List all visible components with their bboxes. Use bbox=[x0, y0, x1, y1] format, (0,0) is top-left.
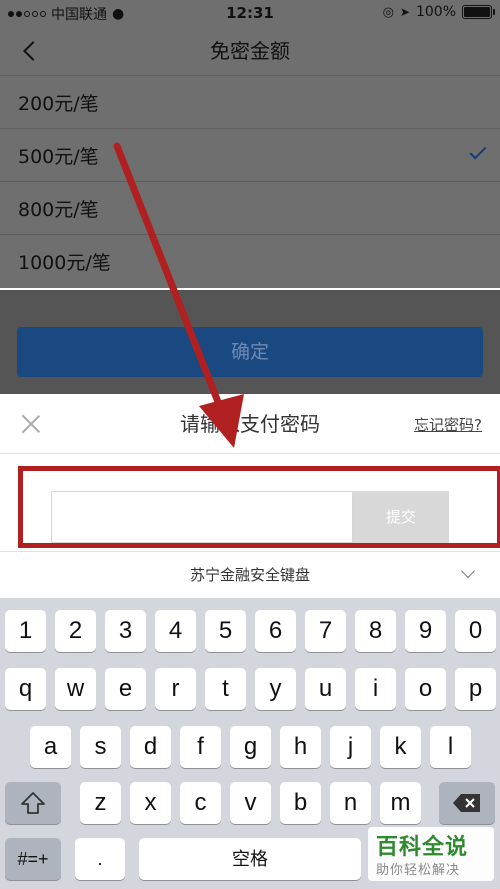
watermark: 百科全说 助你轻松解决 bbox=[368, 827, 494, 881]
status-right: ◎ ➤ 100% bbox=[382, 4, 495, 20]
list-item-label: 1000元/笔 bbox=[18, 252, 111, 274]
status-bar: 中国联通 ● 12:31 ◎ ➤ 100% bbox=[0, 0, 500, 26]
key-i[interactable]: i bbox=[355, 668, 396, 710]
password-area: 提交 bbox=[0, 454, 500, 551]
battery-percent: 100% bbox=[415, 4, 456, 20]
key-c[interactable]: c bbox=[180, 782, 221, 824]
backspace-key[interactable] bbox=[439, 782, 495, 824]
key-x[interactable]: x bbox=[130, 782, 171, 824]
checkmark-icon bbox=[469, 142, 487, 160]
key-4[interactable]: 4 bbox=[155, 610, 196, 652]
password-input[interactable] bbox=[51, 491, 353, 543]
key-e[interactable]: e bbox=[105, 668, 146, 710]
location-icon: ➤ bbox=[399, 5, 410, 19]
key-v[interactable]: v bbox=[230, 782, 271, 824]
key-j[interactable]: j bbox=[330, 726, 371, 768]
key-5[interactable]: 5 bbox=[205, 610, 246, 652]
list-item-200[interactable]: 200元/笔 bbox=[0, 76, 500, 129]
key-l[interactable]: l bbox=[430, 726, 471, 768]
key-m[interactable]: m bbox=[380, 782, 421, 824]
keyboard-header: 苏宁金融安全键盘 bbox=[0, 551, 500, 598]
keyboard-title: 苏宁金融安全键盘 bbox=[189, 566, 310, 584]
watermark-title: 百科全说 bbox=[376, 835, 469, 860]
key-d[interactable]: d bbox=[130, 726, 171, 768]
key-k[interactable]: k bbox=[380, 726, 421, 768]
key-1[interactable]: 1 bbox=[5, 610, 46, 652]
key-y[interactable]: y bbox=[255, 668, 296, 710]
list-item-500[interactable]: 500元/笔 bbox=[0, 129, 500, 182]
nav-bar: 免密金额 bbox=[0, 26, 500, 76]
key-h[interactable]: h bbox=[280, 726, 321, 768]
page-title: 免密金额 bbox=[210, 39, 290, 63]
password-dialog-header: 请输入支付密码 忘记密码? bbox=[0, 394, 500, 454]
key-q[interactable]: q bbox=[5, 668, 46, 710]
confirm-button[interactable]: 确定 bbox=[17, 327, 483, 377]
key-g[interactable]: g bbox=[230, 726, 271, 768]
key-8[interactable]: 8 bbox=[355, 610, 396, 652]
key-7[interactable]: 7 bbox=[305, 610, 346, 652]
key-w[interactable]: w bbox=[55, 668, 96, 710]
list-item-1000[interactable]: 1000元/笔 bbox=[0, 235, 500, 288]
list-item-label: 200元/笔 bbox=[18, 92, 99, 115]
key-a[interactable]: a bbox=[30, 726, 71, 768]
forgot-password-link[interactable]: 忘记密码? bbox=[414, 414, 482, 435]
key-f[interactable]: f bbox=[180, 726, 221, 768]
key-z[interactable]: z bbox=[80, 782, 121, 824]
shift-key[interactable] bbox=[5, 782, 61, 824]
key-9[interactable]: 9 bbox=[405, 610, 446, 652]
key-u[interactable]: u bbox=[305, 668, 346, 710]
submit-button[interactable]: 提交 bbox=[353, 491, 449, 543]
key-p[interactable]: p bbox=[455, 668, 496, 710]
key-s[interactable]: s bbox=[80, 726, 121, 768]
backspace-icon bbox=[453, 794, 480, 812]
dot-key[interactable]: . bbox=[75, 838, 125, 880]
key-2[interactable]: 2 bbox=[55, 610, 96, 652]
shift-icon bbox=[21, 792, 45, 814]
key-0[interactable]: 0 bbox=[455, 610, 496, 652]
key-t[interactable]: t bbox=[205, 668, 246, 710]
list-item-label: 500元/笔 bbox=[18, 145, 99, 168]
list-item-label: 800元/笔 bbox=[18, 198, 99, 221]
watermark-subtitle: 助你轻松解决 bbox=[376, 863, 461, 878]
battery-icon bbox=[462, 5, 495, 19]
key-b[interactable]: b bbox=[280, 782, 321, 824]
space-key[interactable]: 空格 bbox=[139, 838, 361, 880]
orientation-lock-icon: ◎ bbox=[382, 4, 394, 20]
key-n[interactable]: n bbox=[330, 782, 371, 824]
symbol-key[interactable]: #=+ bbox=[5, 838, 61, 880]
amount-list: 200元/笔 500元/笔 800元/笔 1000元/笔 bbox=[0, 76, 500, 288]
key-3[interactable]: 3 bbox=[105, 610, 146, 652]
list-item-800[interactable]: 800元/笔 bbox=[0, 182, 500, 235]
key-r[interactable]: r bbox=[155, 668, 196, 710]
key-o[interactable]: o bbox=[405, 668, 446, 710]
key-6[interactable]: 6 bbox=[255, 610, 296, 652]
